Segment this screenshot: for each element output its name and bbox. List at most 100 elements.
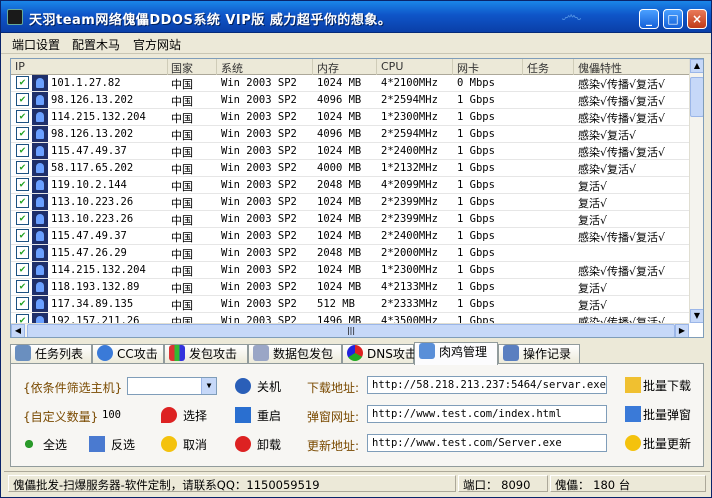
select-all-button[interactable]: 全选 [21,436,67,453]
title-bar[interactable]: 天羽team网络傀儡DDOS系统 VIP版 威力超乎你的想象。 ෴ _ □ × [1,1,711,33]
cell-feat: 感染√传播√复活√ [578,78,666,91]
cell-os: Win 2003 SP2 [221,77,297,89]
table-row[interactable]: ✔ 101.1.27.82 中国 Win 2003 SP2 1024 MB 4*2100M… [11,75,689,92]
row-checkbox[interactable]: ✔ [16,76,29,89]
horizontal-scrollbar[interactable]: ◀ ||| ▶ [11,323,689,337]
cancel-button[interactable]: 取消 [161,436,207,453]
cell-country: 中国 [171,299,193,312]
table-row[interactable]: ✔ 98.126.13.202 中国 Win 2003 SP2 4096 MB 2*259… [11,126,689,143]
table-row[interactable]: ✔ 115.47.49.37 中国 Win 2003 SP2 1024 MB 2*2400… [11,143,689,160]
chevron-down-icon[interactable]: ▼ [201,378,216,394]
cell-os: Win 2003 SP2 [221,196,297,208]
filter-combo[interactable]: ▼ [127,377,217,395]
menu-configure-trojan[interactable]: 配置木马 [72,36,120,53]
download-url-field[interactable]: http://58.218.213.237:5464/servar.exe [367,376,607,394]
uninstall-button[interactable]: 卸载 [235,436,281,453]
table-row[interactable]: ✔ 114.215.132.204 中国 Win 2003 SP2 1024 MB 1*2… [11,262,689,279]
invert-button[interactable]: 反选 [89,436,135,453]
col-nic[interactable]: 网卡 [457,60,479,76]
row-checkbox[interactable]: ✔ [16,229,29,242]
table-row[interactable]: ✔ 113.10.223.26 中国 Win 2003 SP2 1024 MB 2*239… [11,211,689,228]
tab-task-list[interactable]: 任务列表 [10,344,92,364]
cell-feat: 感染√复活√ [578,129,637,142]
cell-os: Win 2003 SP2 [221,128,297,140]
cell-os: Win 2003 SP2 [221,298,297,310]
col-memory[interactable]: 内存 [317,60,339,76]
popup-label: 弹窗网址: [307,410,360,424]
popup-url-field[interactable]: http://www.test.com/index.html [367,405,607,423]
col-os[interactable]: 系统 [221,60,243,76]
batch-update-button[interactable]: 批量更新 [625,435,691,452]
scroll-thumb[interactable] [690,77,703,117]
batch-popup-button[interactable]: 批量弹窗 [625,406,691,423]
row-checkbox[interactable]: ✔ [16,297,29,310]
row-checkbox[interactable]: ✔ [16,93,29,106]
cell-ip: 114.215.132.204 [51,264,146,276]
col-features[interactable]: 傀儡特性 [578,60,622,76]
pin-icon [161,407,177,423]
vertical-scrollbar[interactable]: ▲ ▼ [689,59,703,323]
cell-cpu: 2*2000MHz [381,247,438,259]
col-country[interactable]: 国家 [171,60,193,76]
table-row[interactable]: ✔ 58.117.65.202 中国 Win 2003 SP2 4000 MB 1*213… [11,160,689,177]
col-task[interactable]: 任务 [527,60,549,76]
scroll-up-icon[interactable]: ▲ [690,59,703,73]
table-row[interactable]: ✔ 115.47.26.29 中国 Win 2003 SP2 2048 MB 2*2000… [11,245,689,262]
tab-dns-attack[interactable]: DNS攻击 [342,344,417,364]
tab-packet-attack[interactable]: 发包攻击 [164,344,248,364]
row-checkbox[interactable]: ✔ [16,195,29,208]
cell-feat: 感染√传播√复活√ [578,112,666,125]
menu-port-settings[interactable]: 端口设置 [12,36,60,53]
cell-nic: 1 Gbps [457,281,495,293]
table-row[interactable]: ✔ 114.215.132.204 中国 Win 2003 SP2 1024 MB 1*2… [11,109,689,126]
row-checkbox[interactable]: ✔ [16,127,29,140]
col-cpu[interactable]: CPU [381,60,403,73]
table-row[interactable]: ✔ 98.126.13.202 中国 Win 2003 SP2 4096 MB 2*259… [11,92,689,109]
batch-download-button[interactable]: 批量下载 [625,377,691,394]
table-row[interactable]: ✔ 118.193.132.89 中国 Win 2003 SP2 1024 MB 4*21… [11,279,689,296]
count-field[interactable]: 100 [97,406,153,424]
minimize-button[interactable]: _ [639,9,659,29]
bot-icon [32,245,48,261]
close-button[interactable]: × [687,9,707,29]
col-ip[interactable]: IP [15,60,25,73]
row-checkbox[interactable]: ✔ [16,246,29,259]
cell-mem: 1024 MB [317,111,362,123]
cell-os: Win 2003 SP2 [221,179,297,191]
cell-cpu: 4*2133MHz [381,281,438,293]
tab-operation-log[interactable]: 操作记录 [498,344,580,364]
row-checkbox[interactable]: ✔ [16,161,29,174]
cell-country: 中国 [171,214,193,227]
restart-button[interactable]: 重启 [235,407,281,424]
row-checkbox[interactable]: ✔ [16,280,29,293]
table-row[interactable]: ✔ 117.34.89.135 中国 Win 2003 SP2 512 MB 2*2333… [11,296,689,313]
cell-country: 中国 [171,129,193,142]
row-checkbox[interactable]: ✔ [16,110,29,123]
scroll-right-icon[interactable]: ▶ [675,324,689,337]
row-checkbox[interactable]: ✔ [16,178,29,191]
menu-official-site[interactable]: 官方网站 [133,36,181,53]
tab-data-packet[interactable]: 数据包发包 [248,344,342,364]
scroll-left-icon[interactable]: ◀ [11,324,25,337]
row-checkbox[interactable]: ✔ [16,212,29,225]
table-row[interactable]: ✔ 115.47.49.37 中国 Win 2003 SP2 1024 MB 2*2400… [11,228,689,245]
cell-ip: 115.47.49.37 [51,230,127,242]
hscroll-thumb[interactable]: ||| [27,324,675,337]
maximize-button[interactable]: □ [663,9,683,29]
cell-feat: 复活√ [578,180,608,193]
tab-bot-management[interactable]: 肉鸡管理 [414,342,498,365]
table-row[interactable]: ✔ 113.10.223.26 中国 Win 2003 SP2 1024 MB 2*239… [11,194,689,211]
cell-ip: 117.34.89.135 [51,298,134,310]
update-url-field[interactable]: http://www.test.com/Server.exe [367,434,607,452]
status-message: 傀儡批发-扫爆服务器-软件定制，请联系QQ：1150059519 [8,475,456,492]
shutdown-button[interactable]: 关机 [235,378,281,395]
scroll-down-icon[interactable]: ▼ [690,309,703,323]
select-button[interactable]: 选择 [161,407,207,424]
host-list: IP 国家 系统 内存 CPU 网卡 任务 傀儡特性 ✔ 101.1.27.82 中… [10,58,704,338]
row-checkbox[interactable]: ✔ [16,263,29,276]
stop-icon [235,436,251,452]
table-row[interactable]: ✔ 119.10.2.144 中国 Win 2003 SP2 2048 MB 4*2099… [11,177,689,194]
cell-cpu: 2*2399MHz [381,213,438,225]
row-checkbox[interactable]: ✔ [16,144,29,157]
tab-cc-attack[interactable]: CC攻击 [92,344,164,364]
